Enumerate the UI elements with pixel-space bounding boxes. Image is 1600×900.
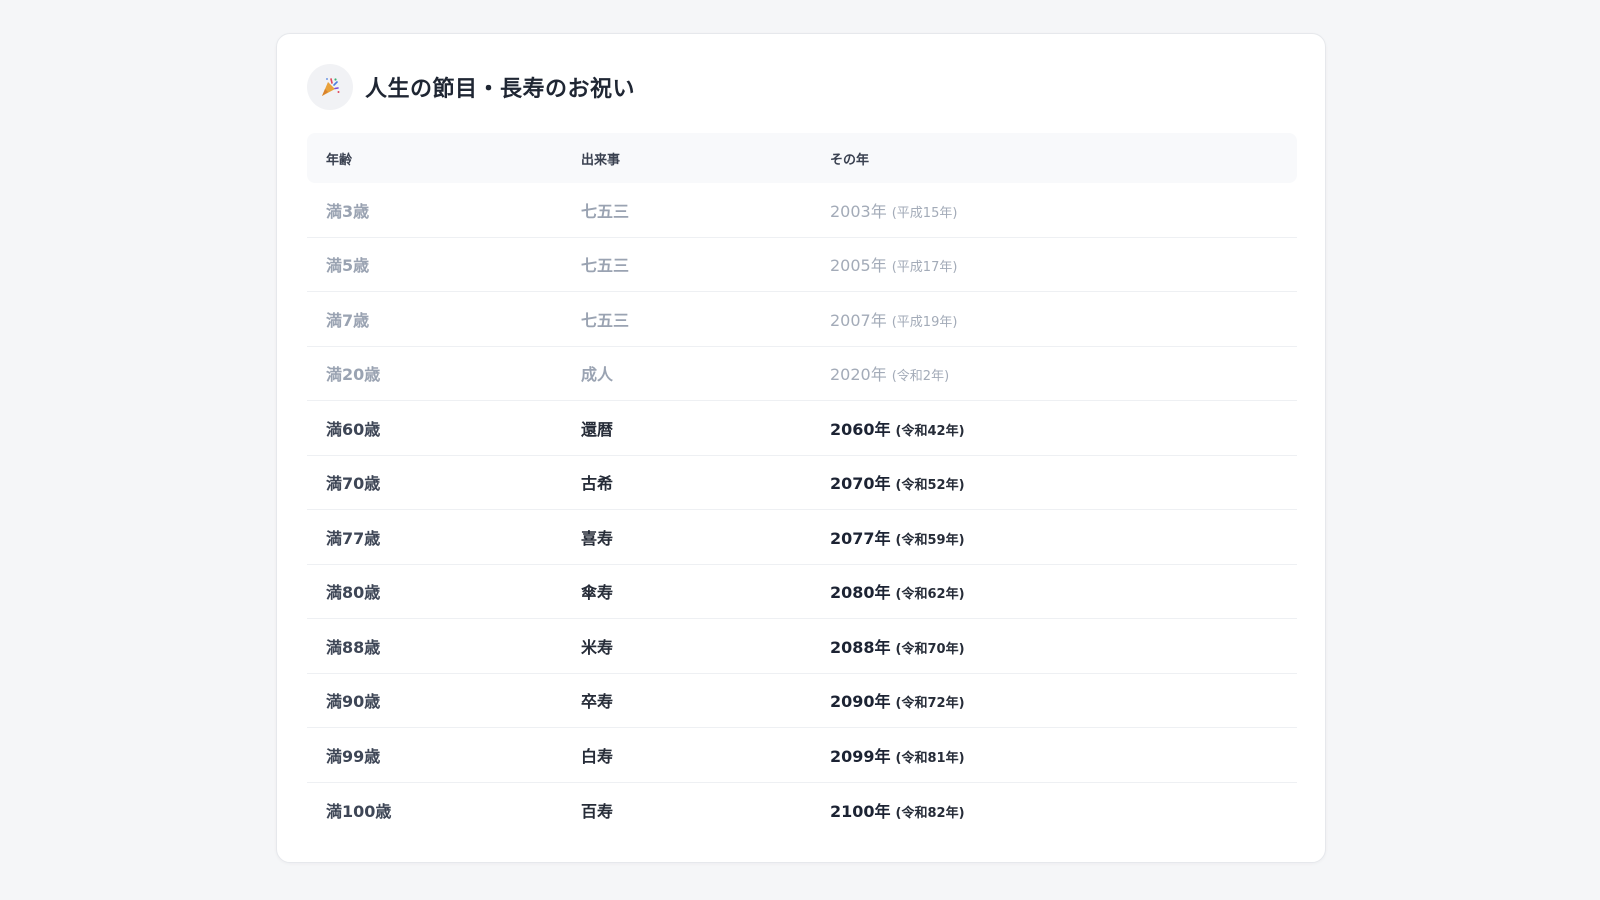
age-cell: 満7歳 xyxy=(326,310,370,330)
era-value: (令和42年) xyxy=(895,423,965,439)
table-row: 満7歳 七五三 2007年 (平成19年) xyxy=(307,292,1297,347)
header-event: 出来事 xyxy=(581,152,621,168)
year-value: 2007年 xyxy=(830,310,887,330)
year-value: 2100年 xyxy=(830,801,891,821)
era-value: (平成15年) xyxy=(891,205,958,221)
era-value: (平成19年) xyxy=(891,314,958,330)
year-cell: 2099年 (令和81年) xyxy=(830,743,1297,767)
milestones-card: 人生の節目・長寿のお祝い 年齢 出来事 その年 満3歳 七五三 2003年 (平成15… xyxy=(276,33,1326,863)
era-value: (令和62年) xyxy=(895,587,965,603)
era-value: (令和59年) xyxy=(895,532,965,548)
age-cell: 満20歳 xyxy=(326,365,381,385)
table-header: 年齢 出来事 その年 xyxy=(307,133,1297,183)
event-cell: 七五三 xyxy=(581,201,630,221)
age-cell: 満5歳 xyxy=(326,256,370,276)
year-value: 2077年 xyxy=(830,528,891,548)
event-cell: 七五三 xyxy=(581,310,630,330)
table-row: 満3歳 七五三 2003年 (平成15年) xyxy=(307,183,1297,238)
event-cell: 還暦 xyxy=(581,419,614,439)
table-row: 満5歳 七五三 2005年 (平成17年) xyxy=(307,238,1297,292)
age-cell: 満100歳 xyxy=(326,801,392,821)
year-cell: 2080年 (令和62年) xyxy=(830,579,1297,603)
era-value: (平成17年) xyxy=(891,260,958,276)
year-cell: 2005年 (平成17年) xyxy=(830,252,1297,276)
era-value: (令和70年) xyxy=(895,641,965,657)
event-cell: 七五三 xyxy=(581,256,630,276)
table-row: 満20歳 成人 2020年 (令和2年) xyxy=(307,347,1297,401)
age-cell: 満99歳 xyxy=(326,746,381,766)
event-cell: 傘寿 xyxy=(581,583,614,603)
year-cell: 2060年 (令和42年) xyxy=(830,416,1297,440)
year-cell: 2070年 (令和52年) xyxy=(830,470,1297,494)
event-cell: 卒寿 xyxy=(581,692,614,712)
age-cell: 満90歳 xyxy=(326,692,381,712)
year-value: 2005年 xyxy=(830,256,887,276)
table-row: 満60歳 還暦 2060年 (令和42年) xyxy=(307,401,1297,456)
year-value: 2090年 xyxy=(830,692,891,712)
year-value: 2088年 xyxy=(830,637,891,657)
table-row: 満80歳 傘寿 2080年 (令和62年) xyxy=(307,565,1297,619)
card-header: 人生の節目・長寿のお祝い xyxy=(307,64,635,110)
age-cell: 満77歳 xyxy=(326,528,381,548)
card-title: 人生の節目・長寿のお祝い xyxy=(365,77,636,102)
party-popper-icon xyxy=(307,64,353,110)
header-year: その年 xyxy=(830,152,870,168)
table-row: 満100歳 百寿 2100年 (令和82年) xyxy=(307,783,1297,838)
era-value: (令和82年) xyxy=(895,805,965,821)
year-value: 2060年 xyxy=(830,419,891,439)
table-row: 満90歳 卒寿 2090年 (令和72年) xyxy=(307,674,1297,728)
event-cell: 古希 xyxy=(581,474,614,494)
event-cell: 成人 xyxy=(581,365,614,385)
year-value: 2070年 xyxy=(830,474,891,494)
event-cell: 喜寿 xyxy=(581,528,614,548)
event-cell: 百寿 xyxy=(581,801,614,821)
year-value: 2003年 xyxy=(830,201,887,221)
table-row: 満77歳 喜寿 2077年 (令和59年) xyxy=(307,510,1297,565)
event-cell: 米寿 xyxy=(581,637,614,657)
year-cell: 2003年 (平成15年) xyxy=(830,198,1297,222)
year-cell: 2007年 (平成19年) xyxy=(830,307,1297,331)
year-cell: 2100年 (令和82年) xyxy=(830,798,1297,822)
year-value: 2099年 xyxy=(830,746,891,766)
age-cell: 満3歳 xyxy=(326,201,370,221)
era-value: (令和2年) xyxy=(891,369,950,385)
header-age: 年齢 xyxy=(326,152,353,168)
event-cell: 白寿 xyxy=(581,746,614,766)
age-cell: 満70歳 xyxy=(326,474,381,494)
year-cell: 2090年 (令和72年) xyxy=(830,688,1297,712)
year-cell: 2020年 (令和2年) xyxy=(830,361,1297,385)
table-row: 満99歳 白寿 2099年 (令和81年) xyxy=(307,728,1297,783)
era-value: (令和81年) xyxy=(895,750,965,766)
table-row: 満88歳 米寿 2088年 (令和70年) xyxy=(307,619,1297,674)
era-value: (令和52年) xyxy=(895,478,965,494)
age-cell: 満80歳 xyxy=(326,583,381,603)
age-cell: 満60歳 xyxy=(326,419,381,439)
year-cell: 2077年 (令和59年) xyxy=(830,525,1297,549)
table-body: 満3歳 七五三 2003年 (平成15年) 満5歳 七五三 2005年 (平成17年) 満7歳七… xyxy=(307,183,1297,837)
year-cell: 2088年 (令和70年) xyxy=(830,634,1297,658)
year-value: 2020年 xyxy=(830,365,887,385)
milestones-table: 年齢 出来事 その年 満3歳 七五三 2003年 (平成15年) 満5歳 七五三 2005年… xyxy=(307,133,1297,837)
year-value: 2080年 xyxy=(830,583,891,603)
era-value: (令和72年) xyxy=(895,696,965,712)
age-cell: 満88歳 xyxy=(326,637,381,657)
table-row: 満70歳 古希 2070年 (令和52年) xyxy=(307,456,1297,510)
